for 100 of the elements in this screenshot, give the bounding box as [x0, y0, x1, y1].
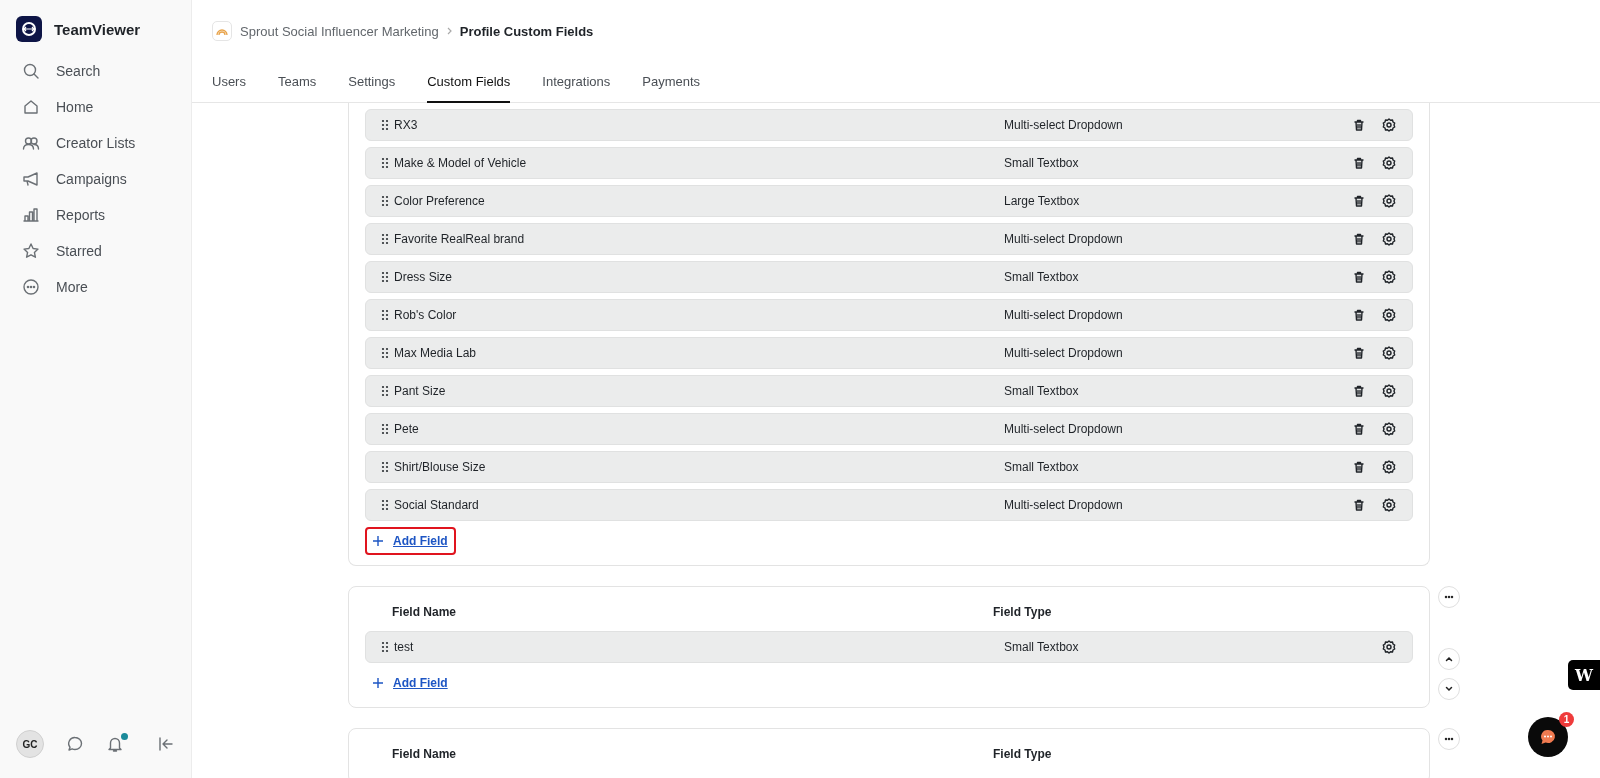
collapse-sidebar-icon[interactable] [157, 735, 175, 753]
user-avatar[interactable]: GC [16, 730, 44, 758]
settings-icon[interactable] [1382, 232, 1396, 246]
field-name: Rob's Color [394, 308, 458, 322]
field-type: Multi-select Dropdown [1004, 498, 1124, 512]
plus-icon [373, 678, 383, 688]
add-field-link[interactable]: Add Field [365, 669, 456, 697]
add-field-link[interactable]: Add Field [365, 527, 456, 555]
field-type: Small Textbox [1004, 384, 1080, 398]
field-type: Multi-select Dropdown [1004, 346, 1124, 360]
trash-icon[interactable] [1352, 346, 1366, 360]
field-name: RX3 [394, 118, 419, 132]
settings-icon[interactable] [1382, 270, 1396, 284]
trash-icon[interactable] [1352, 232, 1366, 246]
column-header: Field Name [392, 747, 458, 761]
field-type: Small Textbox [1004, 460, 1080, 474]
tab[interactable]: Integrations [542, 74, 611, 103]
field-type: Multi-select Dropdown [1004, 118, 1124, 132]
field-name: Social Standard [394, 498, 480, 512]
field-name: Favorite RealReal brand [394, 232, 526, 246]
column-header: Field Name [392, 605, 458, 619]
field-type: Small Textbox [1004, 640, 1080, 654]
field-name: Shirt/Blouse Size [394, 460, 487, 474]
chat-icon[interactable] [66, 735, 84, 753]
chat-bubble-icon [1538, 727, 1558, 747]
settings-icon[interactable] [1382, 498, 1396, 512]
more-options-icon[interactable] [1438, 728, 1460, 750]
sidebar-item[interactable]: Home [16, 92, 175, 122]
settings-icon[interactable] [1382, 460, 1396, 474]
field-name: Dress Size [394, 270, 453, 284]
trash-icon[interactable] [1352, 498, 1366, 512]
drag-handle-icon[interactable] [381, 499, 389, 511]
field-name: Make & Model of Vehicle [394, 156, 528, 170]
field-type: Multi-select Dropdown [1004, 422, 1124, 436]
drag-handle-icon[interactable] [381, 157, 389, 169]
megaphone-icon [22, 170, 40, 188]
trash-icon[interactable] [1352, 156, 1366, 170]
field-name: Pant Size [394, 384, 447, 398]
drag-handle-icon[interactable] [381, 271, 389, 283]
column-header: Field Type [993, 605, 1053, 619]
sidebar-item[interactable]: Reports [16, 200, 175, 230]
settings-icon[interactable] [1382, 422, 1396, 436]
chevron-icon [446, 25, 452, 37]
tab[interactable]: Settings [348, 74, 396, 103]
search-icon [22, 62, 40, 80]
drag-handle-icon[interactable] [381, 195, 389, 207]
settings-icon[interactable] [1382, 308, 1396, 322]
drag-handle-icon[interactable] [381, 423, 389, 435]
settings-icon[interactable] [1382, 384, 1396, 398]
column-header: Field Type [993, 747, 1053, 761]
sidebar-item[interactable]: More [16, 272, 175, 302]
trash-icon[interactable] [1352, 270, 1366, 284]
sidebar-item[interactable]: Creator Lists [16, 128, 175, 158]
organization-logo [212, 21, 232, 41]
trash-icon[interactable] [1352, 118, 1366, 132]
drag-handle-icon[interactable] [381, 385, 389, 397]
sidebar-item[interactable]: Starred [16, 236, 175, 266]
settings-icon[interactable] [1382, 118, 1396, 132]
drag-handle-icon[interactable] [381, 641, 389, 653]
drag-handle-icon[interactable] [381, 461, 389, 473]
field-name: Max Media Lab [394, 346, 478, 360]
people-icon [22, 134, 40, 152]
chevron-down-icon[interactable] [1438, 678, 1460, 700]
trash-icon[interactable] [1352, 422, 1366, 436]
field-type: Multi-select Dropdown [1004, 308, 1124, 322]
field-type: Large Textbox [1004, 194, 1081, 208]
unread-count: 1 [1559, 712, 1574, 727]
plus-icon [373, 536, 383, 546]
tab[interactable]: Users [212, 74, 246, 103]
star-icon [22, 242, 40, 260]
tab[interactable]: Payments [642, 74, 701, 103]
trash-icon[interactable] [1352, 384, 1366, 398]
settings-icon[interactable] [1382, 640, 1396, 654]
settings-icon[interactable] [1382, 194, 1396, 208]
sidebar-item[interactable]: Search [16, 56, 175, 86]
page-title: Profile Custom Fields [459, 23, 594, 39]
drag-handle-icon[interactable] [381, 233, 389, 245]
sidebar-item[interactable]: Campaigns [16, 164, 175, 194]
brand-logo[interactable]: W [1568, 660, 1600, 690]
settings-icon[interactable] [1382, 156, 1396, 170]
field-name: Pete [394, 422, 420, 436]
trash-icon[interactable] [1352, 194, 1366, 208]
settings-icon[interactable] [1382, 346, 1396, 360]
bar-chart-icon [22, 206, 40, 224]
tab[interactable]: Custom Fields [427, 74, 511, 103]
field-type: Small Textbox [1004, 156, 1080, 170]
breadcrumb-link[interactable]: Sprout Social Influencer Marketing [240, 23, 439, 39]
field-name: test [394, 640, 415, 654]
trash-icon[interactable] [1352, 308, 1366, 322]
chat-launcher[interactable] [1528, 717, 1568, 757]
drag-handle-icon[interactable] [381, 347, 389, 359]
field-type: Multi-select Dropdown [1004, 232, 1124, 246]
drag-handle-icon[interactable] [381, 309, 389, 321]
drag-handle-icon[interactable] [381, 119, 389, 131]
brand-name: TeamViewer [54, 20, 141, 38]
trash-icon[interactable] [1352, 460, 1366, 474]
home-icon [22, 98, 40, 116]
tab[interactable]: Teams [277, 74, 317, 103]
chevron-up-icon[interactable] [1438, 648, 1460, 670]
more-options-icon[interactable] [1438, 586, 1460, 608]
